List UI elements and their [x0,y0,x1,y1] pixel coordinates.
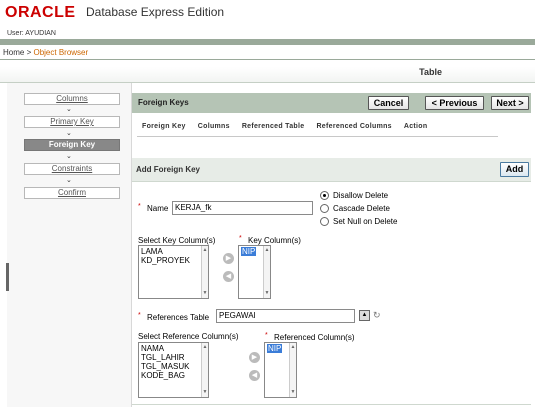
scroll-up-icon[interactable]: ▲ [264,246,270,255]
list-item[interactable]: TGL_LAHIR [141,353,206,362]
step-primary-key[interactable]: Primary Key [24,116,120,128]
list-item[interactable]: TGL_MASUK [141,362,206,371]
step-arrow-icon: ⌄ [66,153,72,160]
refresh-icon[interactable]: ↻ [373,310,381,321]
required-mark: * [239,235,242,242]
foreign-keys-table-header: Foreign Key Columns Referenced Table Refere… [142,123,439,130]
breadcrumb: Home > Object Browser [3,48,88,57]
step-arrow-icon: ⌄ [66,177,72,184]
move-right-icon[interactable]: ▶ [223,253,234,264]
select-key-columns-label: Select Key Column(s) [138,236,216,245]
move-right-icon[interactable]: ▶ [249,352,260,363]
set-null-label: Set Null on Delete [333,217,398,226]
radio-set-null-on-delete[interactable] [320,217,329,226]
header-bar [0,39,535,45]
breadcrumb-divider [0,59,535,60]
name-label: Name [147,204,169,213]
step-arrow-icon: ⌄ [66,130,72,137]
previous-button[interactable]: < Previous [425,96,484,110]
scroll-down-icon[interactable]: ▼ [290,388,296,397]
foreign-keys-title: Foreign Keys [138,98,189,107]
panel-resize-handle[interactable] [6,263,9,291]
list-scrollbar[interactable]: ▲ ▼ [201,246,208,298]
list-item[interactable]: LAMA [141,247,206,256]
referenced-columns-label: Referenced Column(s) [274,333,355,342]
col-columns: Columns [197,123,230,130]
step-foreign-key: Foreign Key [24,139,120,151]
scroll-down-icon[interactable]: ▼ [202,388,208,397]
move-left-icon[interactable]: ◀ [223,271,234,282]
scroll-up-icon[interactable]: ▲ [290,343,296,352]
step-confirm[interactable]: Confirm [24,187,120,199]
disallow-delete-label: Disallow Delete [333,191,389,200]
move-left-icon[interactable]: ◀ [249,370,260,381]
next-button[interactable]: Next > [491,96,529,110]
select-key-columns-list[interactable]: LAMA KD_PROYEK ▲ ▼ [138,245,209,299]
required-mark: * [138,312,141,319]
step-arrow-icon: ⌄ [66,106,72,113]
radio-cascade-delete[interactable] [320,204,329,213]
key-columns-list[interactable]: NIP ▲ ▼ [238,245,271,299]
list-scrollbar[interactable]: ▲ ▼ [289,343,296,397]
user-label: User: AYUDIAN [7,30,56,37]
select-reference-columns-list[interactable]: NAMA TGL_LAHIR TGL_MASUK KODE_BAG ▲ ▼ [138,342,209,398]
breadcrumb-home[interactable]: Home [3,48,24,57]
key-columns-label: Key Column(s) [248,236,301,245]
add-foreign-key-header: Add Foreign Key [132,158,531,182]
step-constraints[interactable]: Constraints [24,163,120,175]
add-button[interactable]: Add [500,162,529,177]
app-root: ORACLE Database Express Edition User: AY… [0,0,535,407]
list-scrollbar[interactable]: ▲ ▼ [263,246,270,298]
list-item[interactable]: NAMA [141,344,206,353]
step-columns[interactable]: Columns [24,93,120,105]
references-table-label: References Table [147,313,210,322]
required-mark: * [138,203,141,210]
add-foreign-key-title: Add Foreign Key [136,165,201,174]
oracle-logo: ORACLE [5,4,76,21]
form-bottom-divider [132,404,531,405]
lookup-icon[interactable]: ▲ [359,310,370,321]
list-item-selected[interactable]: NIP [267,344,283,353]
col-referenced-table: Referenced Table [241,123,305,130]
referenced-columns-list[interactable]: NIP ▲ ▼ [264,342,297,398]
breadcrumb-current: Object Browser [33,48,89,57]
page-title: Table [0,67,535,83]
scroll-up-icon[interactable]: ▲ [202,343,208,352]
select-reference-columns-label: Select Reference Column(s) [138,332,239,341]
list-item[interactable]: KODE_BAG [141,371,206,380]
scroll-down-icon[interactable]: ▼ [202,289,208,298]
col-foreign-key: Foreign Key [142,123,186,130]
scroll-down-icon[interactable]: ▼ [264,289,270,298]
name-field[interactable]: KERJA_fk [172,201,313,215]
table-divider [137,136,498,137]
list-item-selected[interactable]: NIP [241,247,257,256]
col-referenced-columns: Referenced Columns [316,123,392,130]
required-mark: * [265,332,268,339]
scroll-up-icon[interactable]: ▲ [202,246,208,255]
list-scrollbar[interactable]: ▲ ▼ [201,343,208,397]
references-table-field[interactable]: PEGAWAI [216,309,355,323]
product-name: Database Express Edition [86,5,225,19]
radio-disallow-delete[interactable] [320,191,329,200]
cascade-delete-label: Cascade Delete [333,204,390,213]
cancel-button[interactable]: Cancel [368,96,409,110]
col-action: Action [403,123,428,130]
list-item[interactable]: KD_PROYEK [141,256,206,265]
